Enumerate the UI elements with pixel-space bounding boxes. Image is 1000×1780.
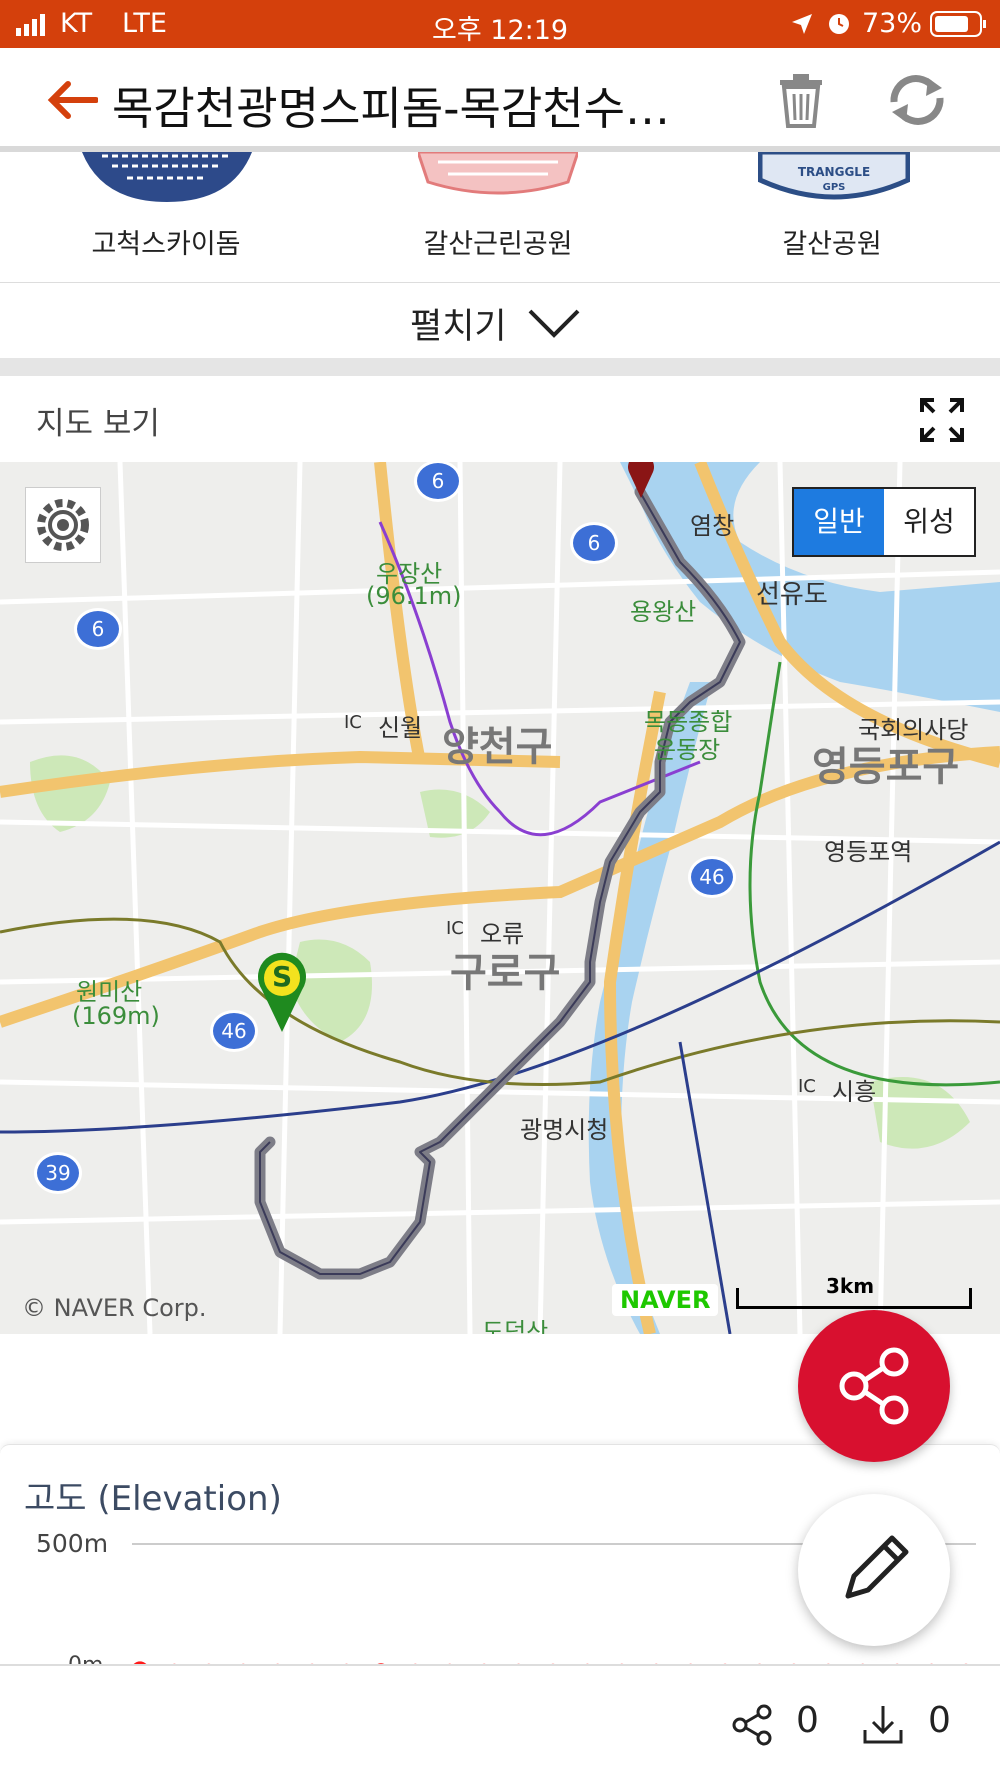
highway-shield: 39 <box>34 1152 82 1194</box>
pencil-icon <box>845 1535 909 1599</box>
share-count: 0 <box>796 1700 819 1741</box>
map-mode-normal-button[interactable]: 일반 <box>794 489 884 555</box>
map-label: 선유도 <box>756 580 828 610</box>
map-label: 염창 <box>690 512 735 540</box>
map-settings-button[interactable] <box>25 487 101 563</box>
start-marker-label: S <box>272 960 293 993</box>
bottom-bar: 0 0 <box>0 1664 1000 1780</box>
end-marker-icon[interactable] <box>626 462 656 502</box>
signal-icon <box>16 12 48 43</box>
map-mode-satellite-button[interactable]: 위성 <box>884 489 974 555</box>
alarm-icon <box>826 10 852 43</box>
badge-label: 갈산공원 <box>782 229 882 260</box>
map-label: 용왕산 <box>630 598 697 626</box>
share-icon <box>839 1347 909 1425</box>
map-label: 영등포구 <box>812 744 960 790</box>
map-label: 신월 <box>378 714 423 742</box>
naver-logo: NAVER <box>612 1284 719 1316</box>
highway-shield: 46 <box>210 1010 258 1052</box>
expand-button[interactable]: 펼치기 <box>0 282 1000 359</box>
download-count: 0 <box>928 1700 951 1741</box>
map-label: 양천구 <box>442 724 553 770</box>
edit-button[interactable] <box>798 1494 950 1646</box>
location-icon <box>790 12 814 43</box>
battery-percent: 73% <box>862 8 923 39</box>
badge-emblem-gocheok[interactable] <box>82 152 252 206</box>
map-label: IC <box>446 918 464 939</box>
svg-text:TRANGGLE: TRANGGLE <box>798 165 870 179</box>
map-label: 구로구 <box>450 950 561 996</box>
gear-icon <box>37 499 89 551</box>
map-label: IC <box>798 1076 816 1097</box>
page-title: 목감천광명스피돔-목감천수… <box>112 82 671 135</box>
map-label: (96.1m) <box>366 582 462 610</box>
trash-icon[interactable] <box>778 72 824 132</box>
map-label: 도덕산 <box>482 1318 549 1334</box>
scale-label: 3km <box>826 1274 875 1298</box>
clock: 오후 12:19 <box>432 15 569 46</box>
expand-label: 펼치기 <box>410 307 507 347</box>
carrier-label: KT <box>60 8 93 39</box>
badge-emblem-galsan-park[interactable] <box>415 150 581 204</box>
download-icon[interactable] <box>862 1704 904 1750</box>
map-label: 운동장 <box>654 736 721 764</box>
highway-shield: 6 <box>74 608 122 650</box>
map-mode-toggle: 일반 위성 <box>792 487 976 557</box>
badge-row: TRANGGLE GPS 고척스카이돔 갈산근린공원 갈산공원 <box>0 149 1000 282</box>
fullscreen-icon[interactable] <box>920 398 964 446</box>
badge-label: 갈산근린공원 <box>423 229 573 260</box>
badge-label: 고척스카이돔 <box>91 229 241 260</box>
highway-shield: 46 <box>688 856 736 898</box>
refresh-icon[interactable] <box>884 72 950 132</box>
share-count-icon[interactable] <box>732 1704 774 1750</box>
map-section-title: 지도 보기 <box>36 406 160 442</box>
map-label: (169m) <box>72 1002 160 1030</box>
map-label: 시흥 <box>832 1078 877 1106</box>
share-button[interactable] <box>798 1310 950 1462</box>
network-label: LTE <box>122 8 167 39</box>
highway-shield: 6 <box>570 522 618 564</box>
map-label: IC <box>344 712 362 733</box>
map-label: 영등포역 <box>824 838 913 866</box>
app-header: 목감천광명스피돔-목감천수… <box>0 48 1000 152</box>
map-label: 광명시청 <box>520 1116 609 1144</box>
badge-emblem-galsan[interactable]: TRANGGLE GPS <box>757 149 911 212</box>
chevron-down-icon <box>528 307 580 343</box>
battery-icon <box>930 10 988 45</box>
back-arrow-icon[interactable] <box>46 80 99 124</box>
section-divider <box>0 358 1000 376</box>
route-map[interactable]: S 6 6 6 46 46 39 우장산 (96.1m) 염창 선유도 용왕산 … <box>0 462 1000 1334</box>
map-copyright: © NAVER Corp. <box>22 1294 207 1322</box>
svg-text:GPS: GPS <box>823 182 846 193</box>
status-bar: KT LTE 오후 12:19 73% <box>0 0 1000 48</box>
map-canvas <box>0 462 1000 1334</box>
